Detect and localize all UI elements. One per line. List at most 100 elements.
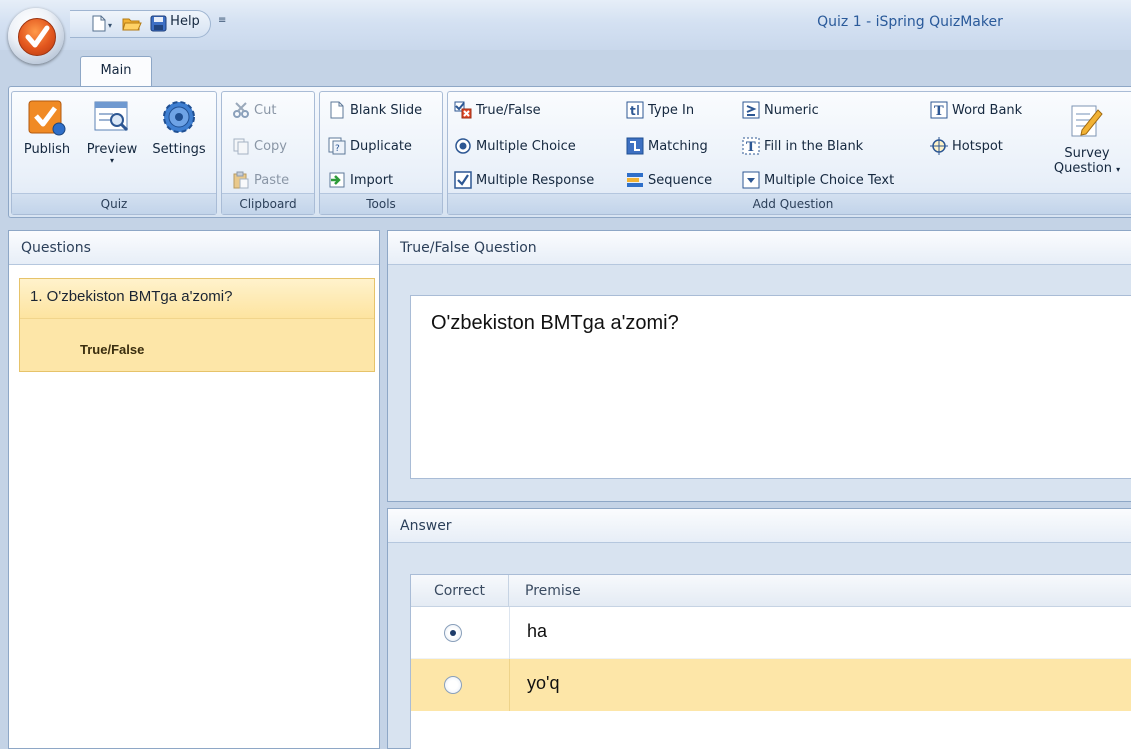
answer-row[interactable]: ha <box>411 607 1131 659</box>
matching-label: Matching <box>648 139 708 154</box>
question-panel-header: True/False Question <box>388 231 1131 265</box>
hotspot-icon <box>930 136 948 155</box>
clipboard-icon <box>232 171 250 189</box>
group-clipboard: Cut Copy Paste Clipboard <box>221 91 315 215</box>
publish-button[interactable]: Publish <box>16 96 78 157</box>
gear-icon <box>160 98 198 136</box>
publish-label: Publish <box>23 142 71 157</box>
chevron-down-icon: ▾ <box>1116 165 1121 174</box>
multiple-response-button[interactable]: Multiple Response <box>454 168 594 194</box>
new-icon[interactable] <box>92 15 106 32</box>
group-label-tools: Tools <box>320 193 442 214</box>
cut-label: Cut <box>254 103 277 118</box>
word-bank-label: Word Bank <box>952 103 1023 118</box>
paste-label: Paste <box>254 173 290 188</box>
column-divider <box>509 659 510 711</box>
svg-text:T: T <box>934 104 944 119</box>
svg-text:?: ? <box>335 144 340 154</box>
preview-label: Preview <box>86 142 138 157</box>
ribbon: Publish Preview ▾ Settings Quiz Cut Copy… <box>8 86 1131 218</box>
group-add-question: True/False Multiple Choice Multiple Resp… <box>447 91 1131 215</box>
import-icon <box>328 171 346 189</box>
cut-button[interactable]: Cut <box>232 98 276 124</box>
numeric-button[interactable]: Numeric <box>742 98 819 124</box>
group-quiz: Publish Preview ▾ Settings Quiz <box>11 91 217 215</box>
svg-text:t: t <box>630 104 636 118</box>
group-tools: Blank Slide ? Duplicate Import Tools <box>319 91 443 215</box>
survey-label-line1: Survey <box>1064 146 1110 161</box>
copy-button[interactable]: Copy <box>232 134 287 160</box>
copy-label: Copy <box>254 139 287 154</box>
true-false-label: True/False <box>476 103 541 118</box>
duplicate-icon: ? <box>328 137 346 155</box>
fill-in-blank-label: Fill in the Blank <box>764 139 864 154</box>
question-type-label: True/False <box>80 342 145 357</box>
hotspot-button[interactable]: Hotspot <box>930 134 1003 160</box>
blank-slide-label: Blank Slide <box>350 103 423 118</box>
word-bank-icon: T <box>930 101 948 119</box>
settings-label: Settings <box>152 142 206 157</box>
answer-premise-text[interactable]: yo'q <box>527 673 559 694</box>
questions-panel-header: Questions <box>9 231 379 265</box>
fill-in-blank-button[interactable]: T Fill in the Blank <box>742 134 863 160</box>
dropdown-icon <box>742 171 760 189</box>
sequence-label: Sequence <box>648 173 713 188</box>
ribbon-tabs <box>0 50 1131 86</box>
survey-label-line2: Question <box>1053 161 1112 176</box>
multiple-response-label: Multiple Response <box>476 173 595 188</box>
true-false-icon <box>454 101 472 119</box>
answer-premise-text[interactable]: ha <box>527 621 547 642</box>
preview-button[interactable]: Preview ▾ <box>80 96 144 165</box>
checkbox-icon <box>454 170 472 189</box>
tab-help[interactable]: Help <box>160 8 210 36</box>
question-text: O'zbekiston BMTga a'zomi? <box>431 312 679 334</box>
chevron-down-icon[interactable]: ▾ <box>108 21 112 30</box>
paste-button[interactable]: Paste <box>232 168 289 194</box>
radio-icon <box>454 137 472 155</box>
group-label-quiz: Quiz <box>12 193 216 214</box>
sequence-icon <box>626 171 644 189</box>
question-list-item-title-row: 1. O'zbekiston BMTga a'zomi? <box>20 279 374 319</box>
question-list-item-text: 1. O'zbekiston BMTga a'zomi? <box>30 288 233 305</box>
fill-in-blank-icon: T <box>742 137 760 155</box>
column-divider <box>509 607 510 659</box>
duplicate-button[interactable]: ? Duplicate <box>328 134 412 160</box>
question-text-editor[interactable]: O'zbekiston BMTga a'zomi? <box>410 295 1131 479</box>
duplicate-label: Duplicate <box>350 139 412 154</box>
type-in-icon: t <box>626 101 644 119</box>
correct-radio-button[interactable] <box>444 676 462 694</box>
group-label-add-question: Add Question <box>448 193 1131 214</box>
answer-table: Correct Premise ha yo'q <box>410 574 1131 749</box>
type-in-button[interactable]: t Type In <box>626 98 694 124</box>
matching-icon <box>626 137 644 155</box>
chevron-down-icon: ▾ <box>109 156 114 165</box>
column-header-correct[interactable]: Correct <box>411 575 509 607</box>
group-label-clipboard: Clipboard <box>222 193 314 214</box>
copy-icon <box>232 137 250 155</box>
correct-radio-button[interactable] <box>444 624 462 642</box>
multiple-choice-text-button[interactable]: Multiple Choice Text <box>742 168 894 194</box>
application-menu-button[interactable] <box>8 8 64 64</box>
open-icon[interactable] <box>122 16 142 35</box>
tab-main[interactable]: Main <box>80 56 152 87</box>
settings-button[interactable]: Settings <box>146 96 212 157</box>
blank-slide-button[interactable]: Blank Slide <box>328 98 422 124</box>
import-button[interactable]: Import <box>328 168 393 194</box>
answer-row[interactable]: yo'q <box>411 659 1131 711</box>
column-header-premise[interactable]: Premise <box>509 575 1131 607</box>
sequence-button[interactable]: Sequence <box>626 168 712 194</box>
survey-question-button[interactable]: Survey Question ▾ <box>1052 100 1122 176</box>
true-false-button[interactable]: True/False <box>454 98 541 124</box>
survey-icon <box>1068 102 1106 140</box>
app-logo-icon <box>18 18 56 56</box>
matching-button[interactable]: Matching <box>626 134 708 160</box>
customize-toolbar-icon[interactable]: ≡ <box>218 15 226 26</box>
questions-panel: Questions 1. O'zbekiston BMTga a'zomi? T… <box>8 230 380 749</box>
word-bank-button[interactable]: T Word Bank <box>930 98 1022 124</box>
type-in-label: Type In <box>648 103 695 118</box>
answer-panel-header: Answer <box>388 509 1131 543</box>
preview-icon <box>93 98 131 136</box>
svg-text:T: T <box>746 140 756 155</box>
multiple-choice-button[interactable]: Multiple Choice <box>454 134 576 160</box>
question-list-item[interactable]: 1. O'zbekiston BMTga a'zomi? True/False <box>19 278 375 372</box>
